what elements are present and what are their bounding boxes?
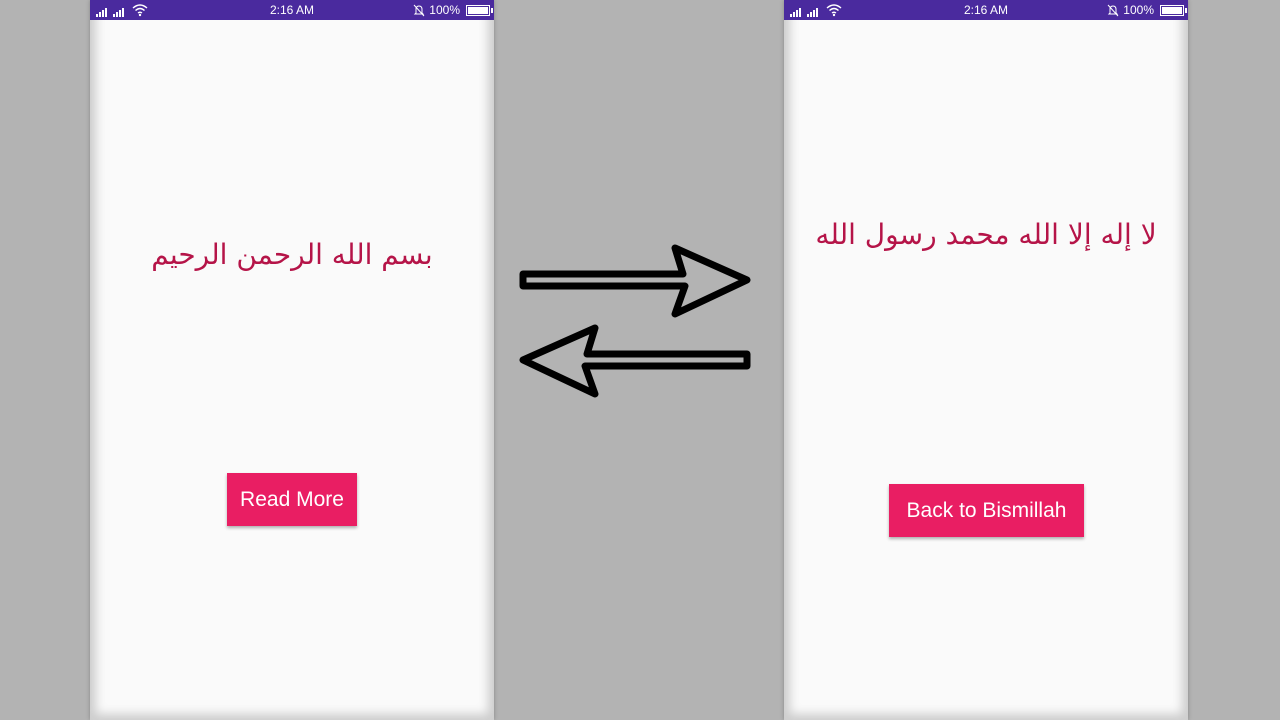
- bell-off-icon: [1107, 4, 1119, 16]
- battery-icon: [466, 4, 493, 16]
- status-bar: 2:16 AM 100%: [90, 0, 494, 20]
- phone-screen-bismillah: 2:16 AM 100% بسم الله الرحمن الرحيم Read…: [90, 0, 494, 720]
- battery-icon: [1160, 4, 1187, 16]
- battery-percent: 100%: [429, 3, 460, 17]
- bell-off-icon: [413, 4, 425, 16]
- read-more-button[interactable]: Read More: [227, 473, 357, 526]
- bismillah-text: بسم الله الرحمن الرحيم: [151, 238, 433, 271]
- battery-percent: 100%: [1123, 3, 1154, 17]
- arrow-left-icon: [519, 324, 751, 398]
- shahada-text: لا إله إلا الله محمد رسول الله: [815, 218, 1157, 251]
- status-bar: 2:16 AM 100%: [784, 0, 1188, 20]
- back-to-bismillah-button[interactable]: Back to Bismillah: [889, 484, 1084, 537]
- arrow-right-icon: [519, 244, 751, 318]
- phone-screen-shahada: 2:16 AM 100% لا إله إلا الله محمد رسول ا…: [784, 0, 1188, 720]
- navigation-arrows: [519, 244, 751, 398]
